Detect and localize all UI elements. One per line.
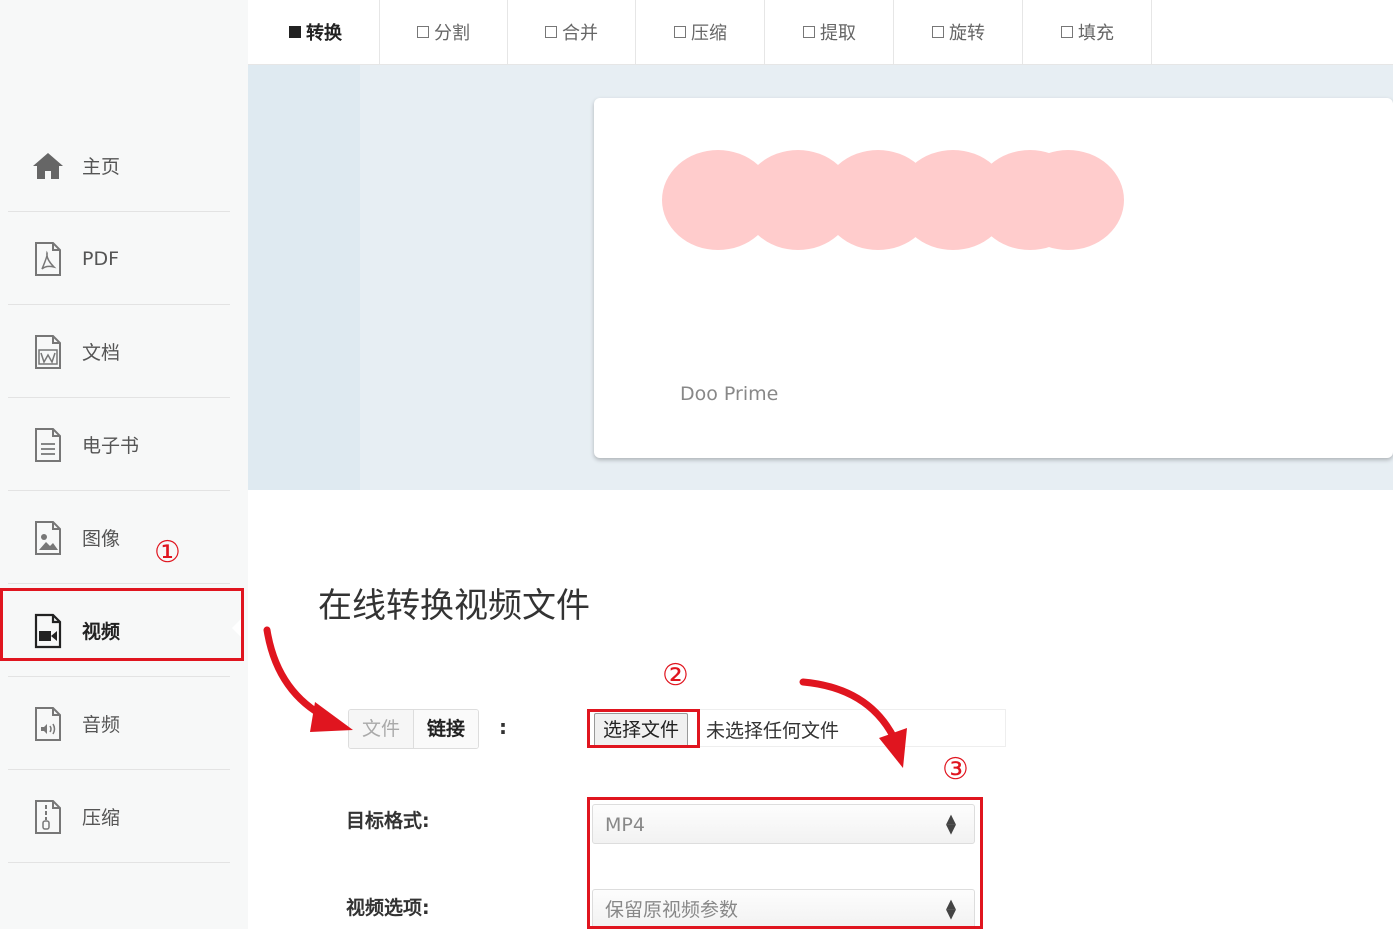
target-format-select[interactable]: MP4 ▲ ▼ xyxy=(592,804,975,844)
sidebar-item-label: 电子书 xyxy=(82,435,140,457)
sidebar-item-label: 压缩 xyxy=(82,807,121,829)
tab-label: 转换 xyxy=(306,23,342,44)
sidebar: 主页 PDF 文档 电子书 图像 视频 音频 压缩 xyxy=(0,0,248,929)
sidebar-item-video[interactable]: 视频 xyxy=(8,585,230,677)
sidebar-item-audio[interactable]: 音频 xyxy=(8,678,230,770)
target-format-label: 目标格式: xyxy=(346,810,430,832)
step-3-marker: ③ xyxy=(942,752,969,787)
mode-colon: : xyxy=(499,715,507,739)
tool-tabs: 转换 分割 合并 压缩 提取 旋转 填充 xyxy=(248,0,1393,65)
word-file-icon xyxy=(30,332,66,372)
step-1-marker: ① xyxy=(154,535,181,570)
tab-compress[interactable]: 压缩 xyxy=(637,0,765,64)
zip-file-icon xyxy=(30,797,66,837)
step-2-marker: ② xyxy=(662,658,689,693)
video-options-label: 视频选项: xyxy=(346,897,430,919)
video-options-select[interactable]: 保留原视频参数 ▲ ▼ xyxy=(592,889,975,929)
sidebar-item-label: 音频 xyxy=(82,714,121,736)
tab-fill[interactable]: 填充 xyxy=(1024,0,1152,64)
tab-label: 分割 xyxy=(434,23,470,44)
video-options-value: 保留原视频参数 xyxy=(605,899,739,921)
page-title: 在线转换视频文件 xyxy=(318,586,590,626)
checkbox-icon xyxy=(803,26,815,38)
sidebar-item-label: 图像 xyxy=(82,528,121,550)
sidebar-item-label: PDF xyxy=(82,247,120,270)
tab-rotate[interactable]: 旋转 xyxy=(895,0,1023,64)
tab-extract[interactable]: 提取 xyxy=(766,0,894,64)
pdf-file-icon xyxy=(30,239,66,279)
sidebar-item-pdf[interactable]: PDF xyxy=(8,213,230,305)
sidebar-item-ebook[interactable]: 电子书 xyxy=(8,399,230,491)
checkbox-icon xyxy=(417,26,429,38)
checkbox-icon xyxy=(674,26,686,38)
sidebar-item-label: 视频 xyxy=(82,621,121,643)
sidebar-item-image[interactable]: 图像 xyxy=(8,492,230,584)
redacted-ad-text xyxy=(662,150,1124,260)
ebook-file-icon xyxy=(30,425,66,465)
choose-file-button[interactable]: 选择文件 xyxy=(594,713,689,747)
source-mode-toggle: 文件 链接 xyxy=(348,709,480,749)
sidebar-item-document[interactable]: 文档 xyxy=(8,306,230,398)
select-arrows-icon: ▲ ▼ xyxy=(946,812,956,837)
ad-sponsor: Doo Prime xyxy=(680,383,779,405)
banner-side xyxy=(248,65,360,490)
checkbox-icon xyxy=(545,26,557,38)
tab-split[interactable]: 分割 xyxy=(380,0,508,64)
video-file-icon xyxy=(30,611,66,651)
tab-label: 填充 xyxy=(1078,23,1114,44)
tab-label: 压缩 xyxy=(691,23,727,44)
active-indicator xyxy=(232,618,242,638)
tab-label: 合并 xyxy=(562,23,598,44)
file-status-text: 未选择任何文件 xyxy=(706,720,840,742)
sidebar-item-label: 主页 xyxy=(82,156,121,178)
checkbox-icon xyxy=(932,26,944,38)
home-icon xyxy=(30,146,66,186)
tab-label: 提取 xyxy=(820,23,856,44)
audio-file-icon xyxy=(30,704,66,744)
mode-file-button[interactable]: 文件 xyxy=(349,710,415,748)
mode-link-button[interactable]: 链接 xyxy=(414,710,479,748)
checkbox-icon xyxy=(289,26,301,38)
select-arrows-icon: ▲ ▼ xyxy=(946,897,956,922)
sidebar-item-label: 文档 xyxy=(82,342,121,364)
target-format-value: MP4 xyxy=(605,814,645,836)
image-file-icon xyxy=(30,518,66,558)
tab-merge[interactable]: 合并 xyxy=(508,0,636,64)
tab-convert[interactable]: 转换 xyxy=(252,0,380,64)
tab-label: 旋转 xyxy=(949,23,985,44)
sidebar-item-compress[interactable]: 压缩 xyxy=(8,771,230,863)
sidebar-item-home[interactable]: 主页 xyxy=(8,120,230,212)
checkbox-icon xyxy=(1061,26,1073,38)
